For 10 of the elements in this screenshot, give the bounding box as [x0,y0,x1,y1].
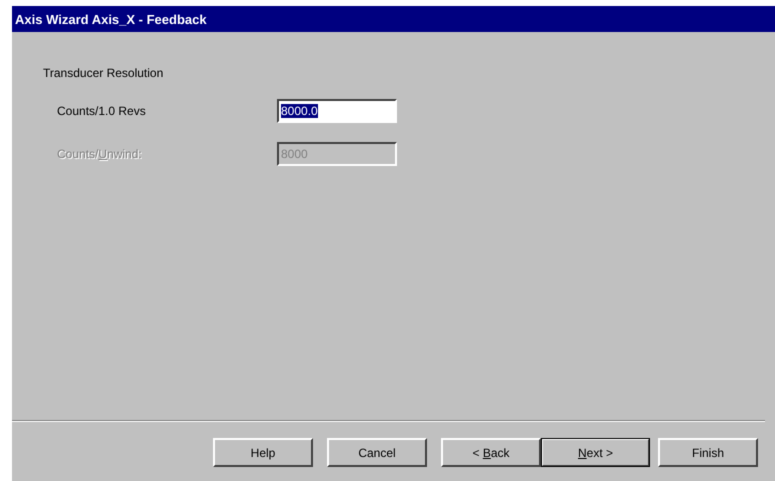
dialog-button[interactable]: Cancel [327,438,427,467]
dialog-button[interactable]: < Back [441,438,541,467]
section-label: Transducer Resolution [43,66,164,80]
field-label: Counts/1.0 Revs [56,104,147,118]
dialog-button[interactable]: Next > [541,438,650,467]
window-title: Axis Wizard Axis_X - Feedback [15,12,207,26]
input-field[interactable]: 8000.0 [277,98,397,122]
dialog-button[interactable]: Help [213,438,313,467]
field-label: Counts/Unwind: [56,146,143,160]
dialog-button[interactable]: Finish [658,438,758,467]
